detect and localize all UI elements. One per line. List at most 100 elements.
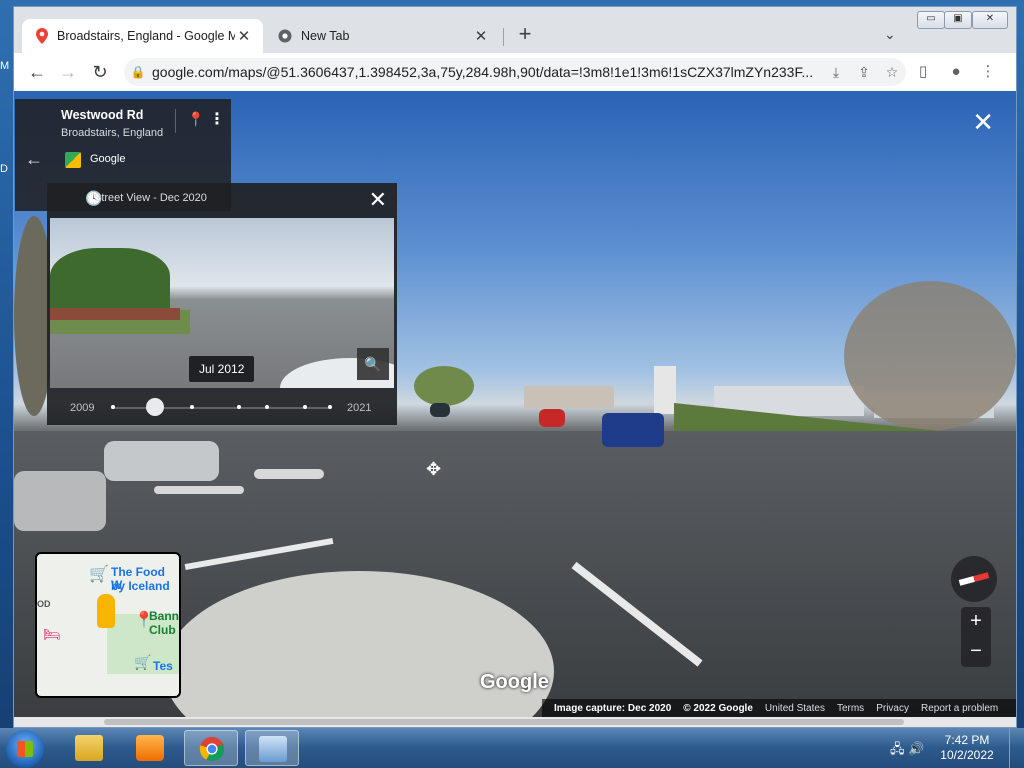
close-tab-icon[interactable]: ✕ — [472, 27, 490, 45]
taskbar: 🖧 🔊 7:42 PM 10/2/2022 — [0, 728, 1024, 768]
slider-stop[interactable] — [190, 405, 194, 409]
folder-icon — [75, 735, 103, 761]
tab-title: Broadstairs, England - Google Maps — [57, 29, 235, 43]
address-bar[interactable]: 🔒 google.com/maps/@51.3606437,1.398452,3… — [124, 58, 906, 86]
more-options-icon[interactable]: ⋮ — [209, 109, 225, 129]
desktop-icon-fragment[interactable]: M — [0, 60, 9, 72]
map-pin-icon[interactable]: 📍 — [187, 111, 204, 128]
time-travel-panel: 🕓 Street View - Dec 2020 ✕ Jul 2012 🔍 20… — [47, 183, 397, 425]
horizontal-scrollbar[interactable] — [14, 717, 1016, 727]
slider-thumb[interactable] — [146, 398, 164, 416]
browser-window: Broadstairs, England - Google Maps ✕ New… — [13, 6, 1017, 728]
divider — [175, 109, 176, 133]
show-desktop-button[interactable] — [1009, 728, 1024, 768]
lock-icon[interactable]: 🔒 — [124, 65, 152, 79]
slider-stop[interactable] — [237, 405, 241, 409]
region-link[interactable]: United States — [765, 703, 825, 714]
tree — [844, 281, 1016, 431]
tab-title: New Tab — [301, 29, 350, 43]
desktop-icon-fragment[interactable]: D — [0, 163, 8, 175]
taskbar-chrome[interactable] — [184, 730, 238, 766]
car — [539, 409, 565, 427]
system-clock[interactable]: 7:42 PM 10/2/2022 — [932, 733, 1002, 763]
taskbar-control-panel[interactable] — [245, 730, 299, 766]
share-icon[interactable]: ⇪ — [850, 64, 878, 81]
google-logo: Google — [480, 671, 549, 693]
year-slider[interactable]: 2009 2021 — [47, 391, 397, 425]
back-arrow-icon[interactable]: ← — [26, 61, 48, 83]
clock-time: 7:42 PM — [944, 733, 990, 747]
zoom-out-button[interactable]: − — [961, 637, 991, 667]
chrome-icon — [278, 29, 292, 43]
shopping-cart-icon[interactable]: 🛒 — [134, 654, 151, 671]
back-arrow-icon[interactable]: ← — [25, 149, 43, 170]
chrome-icon — [199, 736, 225, 762]
compass-needle — [958, 572, 990, 586]
shopping-cart-icon[interactable]: 🛒 — [89, 564, 109, 584]
poi-label[interactable]: Tes — [153, 660, 173, 673]
maximize-button[interactable]: ▣ — [944, 11, 972, 29]
privacy-link[interactable]: Privacy — [876, 703, 909, 714]
forward-arrow-icon[interactable]: → — [57, 61, 79, 83]
close-street-view-icon[interactable]: ✕ — [972, 109, 994, 135]
taskbar-explorer[interactable] — [62, 730, 116, 766]
thumb-fence — [50, 308, 180, 320]
slider-stop[interactable] — [328, 405, 332, 409]
minimap[interactable]: The Food W by Iceland Bann Club Tes OD 🛒… — [35, 552, 181, 698]
road-marking — [154, 486, 244, 494]
time-panel-header: 🕓 Street View - Dec 2020 ✕ — [47, 183, 397, 215]
terms-link[interactable]: Terms — [837, 703, 864, 714]
tab-search-chevron-icon[interactable]: ⌄ — [884, 26, 896, 43]
provider-label: Google — [90, 153, 126, 165]
move-cursor-icon: ✥ — [426, 459, 442, 479]
install-app-icon[interactable]: ⤓ — [822, 64, 850, 81]
url-text[interactable]: google.com/maps/@51.3606437,1.398452,3a,… — [152, 64, 822, 80]
slider-stop[interactable] — [265, 405, 269, 409]
car — [602, 413, 664, 447]
poi-label[interactable]: by Iceland — [111, 580, 170, 593]
scrollbar-thumb[interactable] — [104, 719, 904, 725]
selected-date-label: Jul 2012 — [189, 356, 255, 382]
close-window-button[interactable]: ✕ — [972, 11, 1008, 29]
street-view-panorama[interactable]: ✕ ← Westwood Rd Broadstairs, England Goo… — [14, 91, 1016, 717]
slider-stop[interactable] — [303, 405, 307, 409]
minimize-button[interactable]: ▭ — [917, 11, 945, 29]
menu-kebab-icon[interactable]: ⋮ — [977, 61, 999, 83]
building — [654, 366, 676, 414]
taskbar-media-player[interactable] — [123, 730, 177, 766]
pegman-icon[interactable] — [97, 594, 115, 628]
maps-pin-icon — [36, 28, 48, 44]
zoom-preview-icon[interactable]: 🔍 — [357, 348, 389, 380]
bookmark-star-icon[interactable]: ☆ — [878, 64, 906, 81]
tab-google-maps[interactable]: Broadstairs, England - Google Maps ✕ — [22, 19, 263, 53]
reload-icon[interactable]: ↻ — [89, 61, 111, 83]
slider-end-year: 2021 — [347, 402, 372, 414]
slider-stop[interactable] — [111, 405, 115, 409]
tab-separator — [503, 28, 504, 46]
hotel-icon[interactable]: 🛏 — [43, 626, 61, 643]
browser-toolbar: ← → ↻ 🔒 google.com/maps/@51.3606437,1.39… — [14, 53, 1016, 91]
clock-date: 10/2/2022 — [940, 748, 994, 762]
google-badge-icon — [65, 152, 81, 168]
profile-avatar-icon[interactable]: ● — [945, 61, 967, 83]
road-name: Westwood Rd — [61, 108, 144, 122]
road-marking — [254, 469, 324, 479]
compass-icon[interactable] — [951, 556, 997, 602]
volume-icon[interactable]: 🔊 — [908, 741, 924, 756]
windows-logo-icon — [17, 741, 33, 757]
tree — [414, 366, 474, 406]
side-panel-icon[interactable]: ▯ — [912, 61, 934, 83]
close-tab-icon[interactable]: ✕ — [235, 27, 253, 45]
report-problem-link[interactable]: Report a problem — [921, 703, 998, 714]
slider-track[interactable] — [111, 407, 331, 409]
zoom-in-button[interactable]: + — [961, 607, 991, 637]
network-icon[interactable]: 🖧 — [890, 741, 905, 756]
slider-start-year: 2009 — [70, 402, 95, 414]
new-tab-button[interactable]: + — [514, 23, 536, 46]
place-pin-icon[interactable]: 📍 — [134, 610, 154, 630]
close-time-panel-icon[interactable]: ✕ — [369, 187, 387, 213]
car — [430, 403, 450, 417]
control-panel-icon — [259, 736, 287, 762]
tab-new-tab[interactable]: New Tab ✕ — [264, 19, 500, 53]
start-button[interactable] — [6, 730, 44, 768]
